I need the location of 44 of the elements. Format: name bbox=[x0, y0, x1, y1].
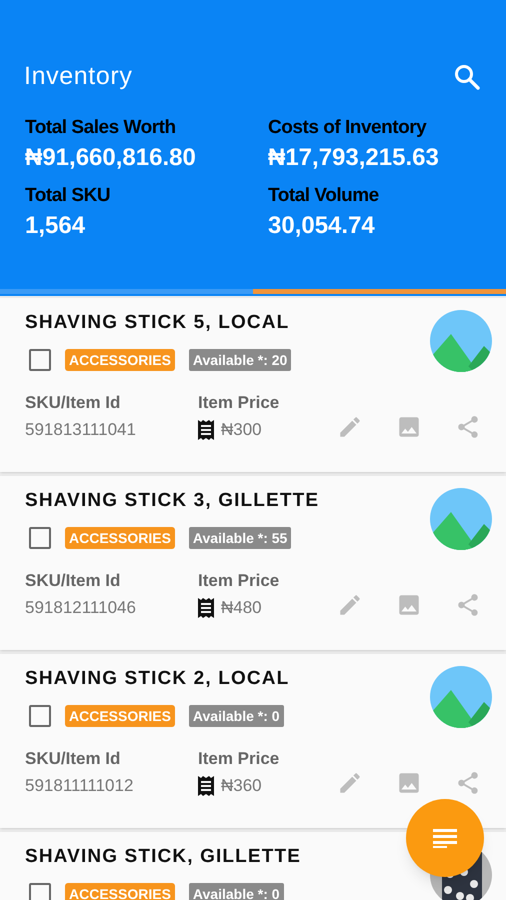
field-label: SKU/Item Id bbox=[25, 748, 120, 770]
price-value: ₦480 bbox=[221, 597, 262, 619]
receipt-icon bbox=[198, 776, 214, 796]
checkbox[interactable] bbox=[29, 349, 51, 371]
product-name: SHAVING STICK 5, LOCAL bbox=[25, 312, 290, 334]
price-value: ₦300 bbox=[221, 419, 262, 441]
category-tag: ACCESSORIES bbox=[65, 883, 175, 900]
field-label: SKU/Item Id bbox=[25, 570, 120, 592]
checkbox[interactable] bbox=[29, 527, 51, 549]
sku-value: 591813111041 bbox=[25, 419, 136, 441]
stat-value: ₦17,793,215.63 bbox=[268, 142, 439, 172]
tab-indicator[interactable] bbox=[253, 289, 506, 294]
app-title: Inventory bbox=[24, 61, 132, 92]
field-label: SKU/Item Id bbox=[25, 392, 120, 414]
stat-label: Total Sales Worth bbox=[25, 116, 176, 140]
sku-value: 591812111046 bbox=[25, 597, 136, 619]
category-tag: ACCESSORIES bbox=[65, 527, 175, 549]
stat-value: ₦91,660,816.80 bbox=[25, 142, 196, 172]
availability-tag: Available *: 55 bbox=[188, 527, 292, 549]
availability-tag: Available *: 0 bbox=[188, 883, 284, 900]
stat-label: Total SKU bbox=[25, 184, 110, 208]
tab-indicator[interactable] bbox=[0, 289, 253, 294]
stat-label: Costs of Inventory bbox=[268, 116, 426, 140]
field-label: Item Price bbox=[198, 748, 280, 770]
list-icon bbox=[433, 828, 457, 848]
search-icon[interactable] bbox=[454, 64, 480, 90]
checkbox[interactable] bbox=[29, 705, 51, 727]
field-label: Item Price bbox=[198, 570, 280, 592]
stat-label: Total Volume bbox=[268, 184, 379, 208]
category-tag: ACCESSORIES bbox=[65, 349, 175, 371]
stat-value: 1,564 bbox=[25, 210, 86, 240]
checkbox[interactable] bbox=[29, 883, 51, 900]
stat-value: 30,054.74 bbox=[268, 210, 375, 240]
receipt-icon bbox=[198, 598, 214, 618]
category-tag: ACCESSORIES bbox=[65, 705, 175, 727]
product-name: SHAVING STICK 3, GILLETTE bbox=[25, 490, 320, 512]
receipt-icon bbox=[198, 420, 214, 440]
field-label: Item Price bbox=[198, 392, 280, 414]
price-value: ₦360 bbox=[221, 775, 262, 797]
availability-tag: Available *: 20 bbox=[188, 349, 292, 371]
availability-tag: Available *: 0 bbox=[188, 705, 284, 727]
product-name: SHAVING STICK 2, LOCAL bbox=[25, 668, 290, 690]
product-name: SHAVING STICK, GILLETTE bbox=[25, 846, 302, 868]
sku-value: 591811111012 bbox=[25, 775, 134, 797]
